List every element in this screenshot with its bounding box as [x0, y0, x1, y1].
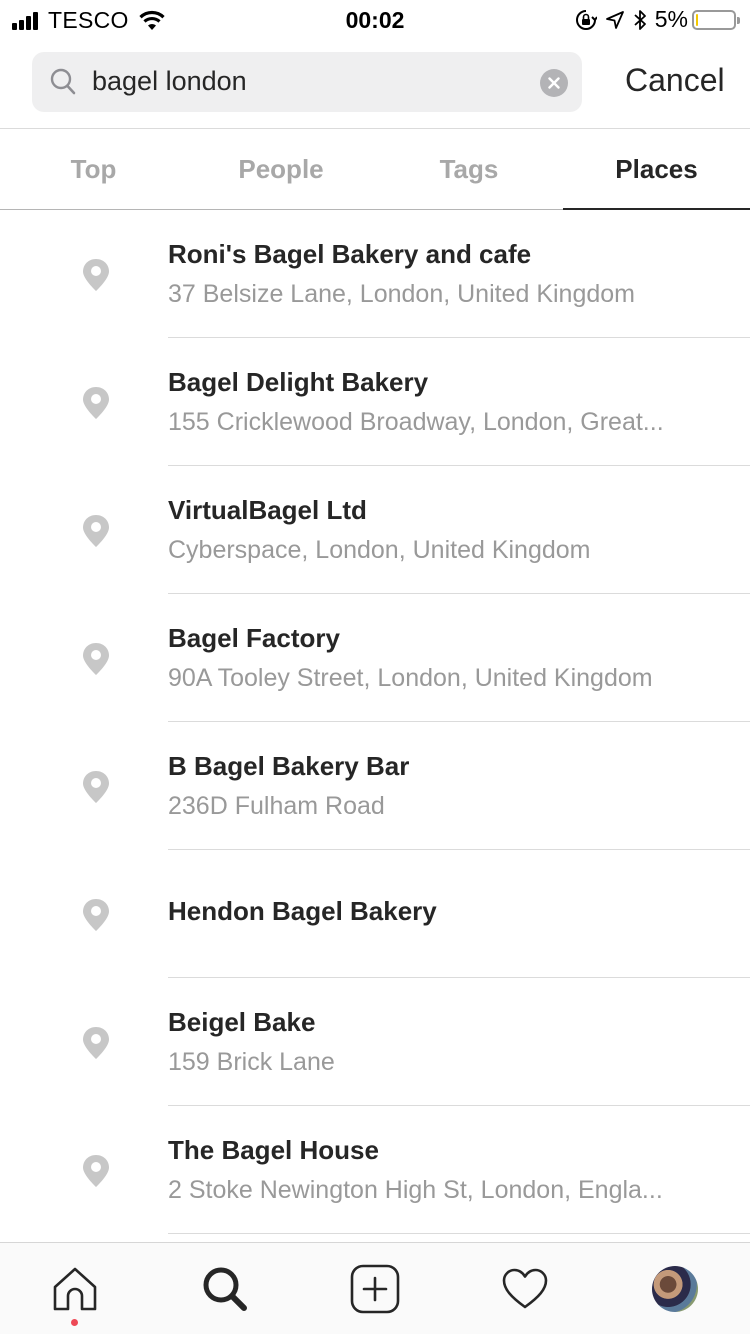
- place-result-item[interactable]: B Bagel Bakery Bar 236D Fulham Road: [0, 722, 750, 850]
- tab-top[interactable]: Top: [0, 129, 187, 209]
- location-pin-icon: [83, 899, 109, 931]
- place-name: Bagel Delight Bakery: [168, 367, 429, 397]
- search-row: bagel london Cancel: [32, 52, 750, 112]
- place-address: 236D Fulham Road: [168, 792, 385, 820]
- battery-percent: 5%: [654, 6, 688, 32]
- places-results-list: Roni's Bagel Bakery and cafe 37 Belsize …: [0, 210, 750, 1234]
- close-icon: [548, 77, 560, 89]
- place-name: The Bagel House: [168, 1135, 379, 1165]
- home-icon: [53, 1267, 97, 1310]
- heart-icon: [502, 1268, 548, 1308]
- carrier-name: TESCO: [48, 7, 129, 33]
- place-result-item[interactable]: Hendon Bagel Bakery: [0, 850, 750, 978]
- nav-home-button[interactable]: [0, 1243, 150, 1334]
- nav-new-post-button[interactable]: [300, 1243, 450, 1334]
- wifi-icon: [139, 10, 165, 30]
- place-address: 90A Tooley Street, London, United Kingdo…: [168, 664, 653, 692]
- cancel-button[interactable]: Cancel: [625, 62, 725, 99]
- location-pin-icon: [83, 1027, 109, 1059]
- place-address: Cyberspace, London, United Kingdom: [168, 536, 591, 564]
- place-address: 155 Cricklewood Broadway, London, Great.…: [168, 408, 664, 436]
- place-result-item[interactable]: VirtualBagel Ltd Cyberspace, London, Uni…: [0, 466, 750, 594]
- location-pin-icon: [83, 1155, 109, 1187]
- battery-icon: [692, 9, 740, 30]
- search-query: bagel london: [92, 66, 247, 96]
- clear-search-button[interactable]: [540, 69, 568, 97]
- search-input[interactable]: bagel london: [32, 52, 582, 112]
- location-pin-icon: [83, 515, 109, 547]
- place-name: VirtualBagel Ltd: [168, 495, 367, 525]
- search-icon: [203, 1267, 247, 1311]
- place-name: Bagel Factory: [168, 623, 340, 653]
- place-result-item[interactable]: Beigel Bake 159 Brick Lane: [0, 978, 750, 1106]
- bottom-tab-bar: [0, 1242, 750, 1334]
- notification-dot: [71, 1319, 78, 1326]
- status-bar: TESCO 00:02 5%: [0, 0, 750, 40]
- tab-people[interactable]: People: [187, 129, 375, 209]
- place-address: 37 Belsize Lane, London, United Kingdom: [168, 280, 635, 308]
- signal-strength-icon: [12, 11, 40, 30]
- location-pin-icon: [83, 259, 109, 291]
- nav-search-button[interactable]: [150, 1243, 300, 1334]
- nav-profile-button[interactable]: [600, 1243, 750, 1334]
- place-result-item[interactable]: Bagel Delight Bakery 155 Cricklewood Bro…: [0, 338, 750, 466]
- profile-avatar: [652, 1265, 698, 1312]
- add-post-icon: [350, 1264, 400, 1313]
- place-address: 2 Stoke Newington High St, London, Engla…: [168, 1176, 663, 1204]
- bluetooth-icon: [634, 9, 646, 30]
- place-name: Beigel Bake: [168, 1007, 316, 1037]
- place-name: Hendon Bagel Bakery: [168, 896, 437, 926]
- nav-activity-button[interactable]: [450, 1243, 600, 1334]
- search-icon: [50, 68, 76, 95]
- place-result-item[interactable]: Roni's Bagel Bakery and cafe 37 Belsize …: [0, 210, 750, 338]
- place-address: 159 Brick Lane: [168, 1048, 335, 1076]
- tab-places[interactable]: Places: [563, 129, 750, 209]
- location-arrow-icon: [605, 10, 624, 29]
- divider: [168, 1233, 750, 1234]
- location-pin-icon: [83, 643, 109, 675]
- place-result-item[interactable]: Bagel Factory 90A Tooley Street, London,…: [0, 594, 750, 722]
- place-name: Roni's Bagel Bakery and cafe: [168, 239, 532, 269]
- place-name: B Bagel Bakery Bar: [168, 751, 410, 781]
- orientation-lock-icon: [575, 9, 597, 30]
- place-result-item[interactable]: The Bagel House 2 Stoke Newington High S…: [0, 1106, 750, 1234]
- search-tabs: Top People Tags Places: [0, 128, 750, 210]
- tab-tags[interactable]: Tags: [375, 129, 563, 209]
- location-pin-icon: [83, 771, 109, 803]
- location-pin-icon: [83, 387, 109, 419]
